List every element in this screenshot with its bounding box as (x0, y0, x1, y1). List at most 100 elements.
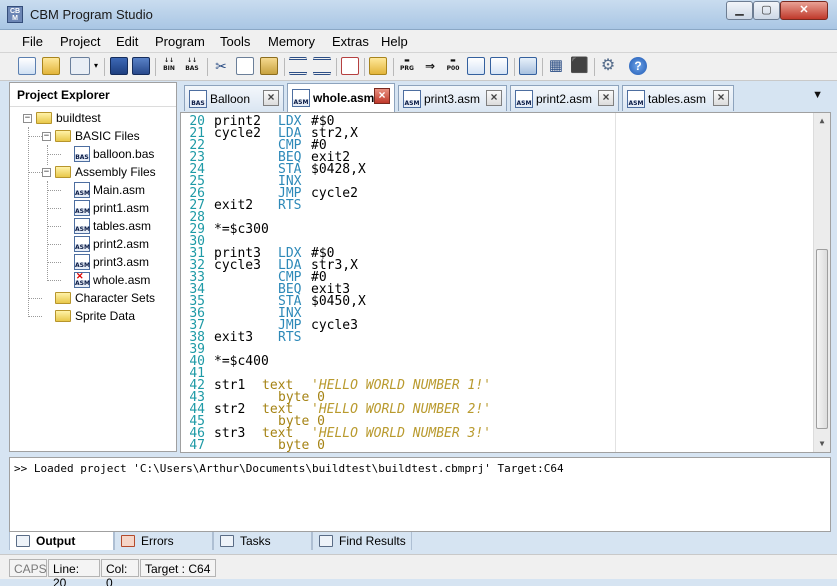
run-arrow-icon[interactable]: ⇒ (421, 57, 439, 75)
tab-close-icon[interactable]: × (263, 90, 279, 106)
tree-item-assembly-files[interactable]: Assembly Files (55, 164, 156, 180)
save-all-icon[interactable] (132, 57, 150, 75)
asm-file-icon: ASM (74, 200, 90, 216)
settings-gear-icon[interactable]: ⚙ (599, 57, 617, 75)
scroll-down-icon[interactable]: ▼ (814, 436, 830, 452)
tab-print3-asm[interactable]: ASM print3.asm × (398, 85, 507, 111)
view-detail-icon[interactable] (490, 57, 508, 75)
menu-file[interactable]: File (22, 34, 43, 49)
tab-print2-asm[interactable]: ASM print2.asm × (510, 85, 619, 111)
menu-program[interactable]: Program (155, 34, 205, 49)
tree-item-basic-files[interactable]: BASIC Files (55, 128, 140, 144)
code-string: 'HELLO WORLD NUMBER 2!' (311, 402, 492, 417)
tree-item-character-sets[interactable]: Character Sets (55, 290, 155, 306)
toolbar-separator (364, 58, 365, 76)
new-dropdown-icon[interactable]: ▾ (92, 57, 100, 75)
checklist-icon[interactable] (341, 57, 359, 75)
tree-item-file[interactable]: ASM Main.asm (74, 182, 145, 198)
asm-file-icon: ASM (74, 254, 90, 270)
tab-tables-asm[interactable]: ASM tables.asm × (622, 85, 734, 111)
menu-project[interactable]: Project (60, 34, 100, 49)
build-bin-icon[interactable]: ↓↓ BIN (160, 57, 178, 75)
tree-item-file[interactable]: ASM whole.asm (74, 271, 150, 288)
menu-edit[interactable]: Edit (116, 34, 138, 49)
tree-item-file[interactable]: BAS balloon.bas (74, 146, 154, 162)
asm-file-icon: ASM (74, 236, 90, 252)
tab-whole-asm[interactable]: ASM whole.asm × (287, 83, 395, 112)
indent-icon[interactable] (289, 57, 307, 75)
folder-icon (55, 130, 71, 142)
file-badge: ASM (75, 226, 90, 233)
tab-close-icon[interactable]: × (598, 90, 614, 106)
save-icon[interactable] (110, 57, 128, 75)
tab-find-results[interactable]: Find Results (312, 532, 412, 550)
scroll-thumb[interactable] (816, 249, 828, 429)
cut-icon[interactable]: ✂ (212, 57, 230, 75)
menu-extras[interactable]: Extras (332, 34, 369, 49)
new-project-icon[interactable] (70, 57, 90, 75)
menu-tools[interactable]: Tools (220, 34, 250, 49)
toolbar-separator (284, 58, 285, 76)
tab-close-icon[interactable]: × (374, 88, 390, 104)
open-project-icon[interactable] (369, 57, 387, 75)
paste-icon[interactable] (260, 57, 278, 75)
maximize-button[interactable]: ▢ (753, 1, 780, 20)
grid-icon[interactable]: ▦ (547, 57, 565, 75)
minimize-button[interactable]: ▁ (726, 1, 753, 20)
tab-tasks[interactable]: Tasks (213, 532, 312, 550)
tab-label: Balloon (210, 91, 251, 106)
help-icon[interactable]: ? (629, 57, 647, 75)
tab-balloon[interactable]: BAS Balloon × (184, 85, 284, 111)
copy-icon[interactable] (236, 57, 254, 75)
build-prg-icon[interactable]: ▬ PRG (398, 57, 416, 75)
new-file-icon[interactable] (18, 57, 36, 75)
file-badge: ASM (75, 208, 90, 215)
build-p00-icon[interactable]: ▬ P00 (444, 57, 462, 75)
tab-label: print2.asm (536, 91, 593, 106)
tree-item-file[interactable]: ASM print1.asm (74, 200, 149, 216)
editor-vertical-scrollbar[interactable]: ▲ ▼ (813, 113, 830, 452)
tree-item-file[interactable]: ASM print2.asm (74, 236, 149, 252)
view-list-icon[interactable] (467, 57, 485, 75)
collapse-toggle-icon[interactable]: − (42, 132, 51, 141)
tree-item-sprite-data[interactable]: Sprite Data (55, 308, 135, 324)
output-panel[interactable]: >> Loaded project 'C:\Users\Arthur\Docum… (9, 457, 831, 532)
tree-item-file[interactable]: ASM tables.asm (74, 218, 151, 234)
toolbar-separator (155, 58, 156, 76)
file-badge: ASM (75, 262, 90, 269)
sprite-editor-icon[interactable]: ⬛ (570, 57, 589, 75)
tree-item-project[interactable]: buildtest (36, 110, 101, 126)
folder-icon (55, 166, 71, 178)
toolbar-separator (207, 58, 208, 76)
open-folder-icon[interactable] (42, 57, 60, 75)
asm-file-icon: ASM (403, 89, 421, 108)
scroll-up-icon[interactable]: ▲ (814, 113, 830, 129)
file-badge: BAS (75, 154, 89, 161)
toolbar-separator (594, 58, 595, 76)
build-bas-label: BAS (185, 65, 199, 72)
menu-help[interactable]: Help (381, 34, 408, 49)
tree-item-file[interactable]: ASM print3.asm (74, 254, 149, 270)
tab-label: Output (36, 534, 76, 548)
build-bas-icon[interactable]: ↓↓ BAS (183, 57, 201, 75)
code-editor[interactable]: 20 print2 LDX #$0 21 cycle2 LDA str2,X 22 CMP #0 23… (180, 112, 831, 453)
collapse-toggle-icon[interactable]: − (23, 114, 32, 123)
folder-icon (36, 112, 52, 124)
menu-memory[interactable]: Memory (268, 34, 315, 49)
close-button[interactable]: ✕ (780, 1, 828, 20)
bas-file-icon: BAS (189, 89, 207, 108)
tab-list-dropdown-icon[interactable]: ▼ (812, 89, 823, 101)
toolbar-separator (514, 58, 515, 76)
collapse-toggle-icon[interactable]: − (42, 168, 51, 177)
project-explorer: Project Explorer − buildtest − BASIC Fil… (9, 82, 177, 452)
tab-badge: ASM (516, 99, 532, 107)
tab-output[interactable]: Output (9, 532, 114, 550)
tree-line (47, 154, 61, 155)
tab-errors[interactable]: Errors (114, 532, 213, 550)
tree-line (47, 181, 48, 279)
tab-close-icon[interactable]: × (486, 90, 502, 106)
tab-badge: BAS (190, 99, 206, 107)
outdent-icon[interactable] (313, 57, 331, 75)
tab-close-icon[interactable]: × (713, 90, 729, 106)
emulator-icon[interactable] (519, 57, 537, 75)
